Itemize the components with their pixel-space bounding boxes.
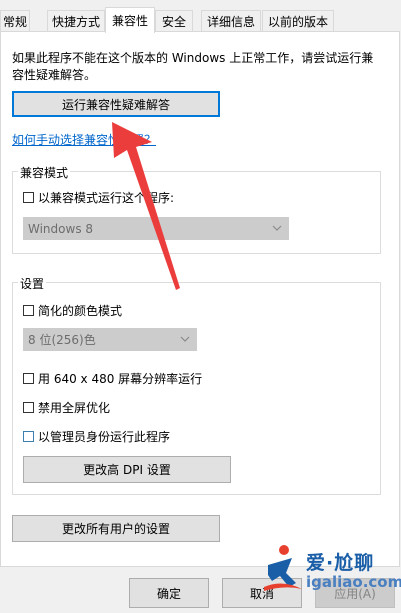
chevron-down-icon (180, 336, 190, 342)
tab-bar: 常规 快捷方式 兼容性 安全 详细信息 以前的版本 (0, 0, 401, 33)
tab-details[interactable]: 详细信息 (201, 10, 261, 31)
tab-shortcut[interactable]: 快捷方式 (47, 10, 105, 31)
color-depth-select-value: 8 位(256)色 (28, 333, 96, 347)
disable-fullscreen-row[interactable]: 禁用全屏优化 (23, 399, 110, 416)
reduced-color-label: 简化的颜色模式 (38, 304, 123, 318)
compat-mode-group (12, 171, 381, 254)
color-depth-select: 8 位(256)色 (23, 328, 197, 351)
compat-mode-group-label: 兼容模式 (18, 164, 71, 181)
intro-text: 如果此程序不能在这个版本的 Windows 上正常工作，请尝试运行兼容性疑难解答… (12, 51, 374, 82)
run-as-admin-row[interactable]: 以管理员身份运行此程序 (23, 428, 170, 445)
manual-settings-link[interactable]: 如何手动选择兼容性设置？ (12, 131, 156, 148)
res-640-row[interactable]: 用 640 x 480 屏幕分辨率运行 (23, 370, 202, 387)
run-troubleshooter-button[interactable]: 运行兼容性疑难解答 (12, 91, 220, 117)
reduced-color-checkbox[interactable] (23, 305, 34, 316)
settings-group-label: 设置 (18, 275, 47, 292)
compat-mode-checkbox[interactable] (23, 192, 34, 203)
chevron-down-icon (272, 225, 282, 231)
disable-fullscreen-label: 禁用全屏优化 (38, 401, 111, 415)
ok-button[interactable]: 确定 (129, 578, 209, 608)
tab-security[interactable]: 安全 (155, 10, 193, 31)
watermark-url: igaliao.com (306, 572, 401, 591)
tab-general[interactable]: 常规 (0, 10, 30, 31)
run-as-admin-checkbox[interactable] (23, 431, 34, 442)
compat-mode-checkbox-row[interactable]: 以兼容模式运行这个程序: (23, 189, 174, 206)
tab-compatibility[interactable]: 兼容性 (105, 7, 155, 33)
run-as-admin-label: 以管理员身份运行此程序 (38, 430, 171, 444)
res-640-checkbox[interactable] (23, 373, 34, 384)
compat-os-select: Windows 8 (23, 217, 289, 240)
res-640-label: 用 640 x 480 屏幕分辨率运行 (38, 372, 203, 386)
change-dpi-button[interactable]: 更改高 DPI 设置 (23, 456, 231, 483)
compat-mode-checkbox-label: 以兼容模式运行这个程序: (38, 191, 175, 205)
tab-previous-versions[interactable]: 以前的版本 (262, 10, 334, 31)
change-all-users-button[interactable]: 更改所有用户的设置 (12, 515, 220, 542)
disable-fullscreen-checkbox[interactable] (23, 402, 34, 413)
reduced-color-row[interactable]: 简化的颜色模式 (23, 302, 122, 319)
watermark-title: 爱·尬聊 (306, 551, 375, 574)
runner-logo-icon (264, 545, 302, 591)
compat-os-select-value: Windows 8 (28, 221, 94, 236)
watermark: 爱·尬聊 igaliao.com (262, 543, 401, 595)
